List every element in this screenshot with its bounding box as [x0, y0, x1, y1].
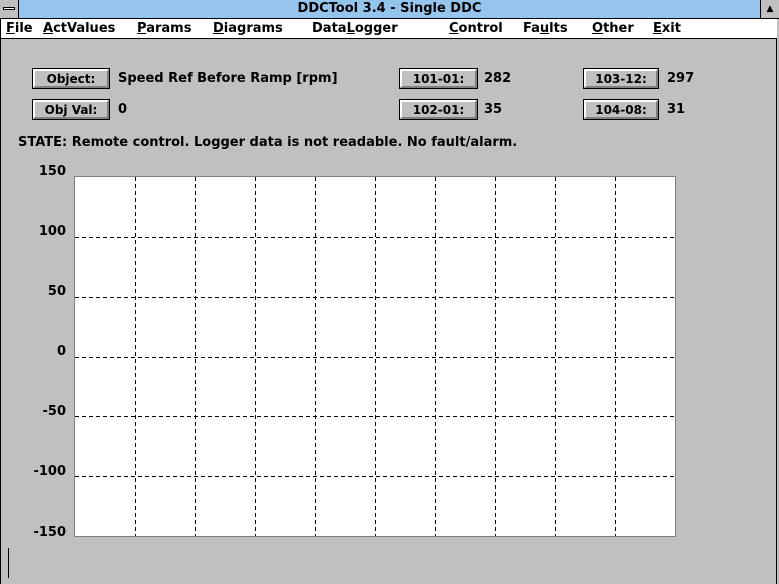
signal-102-01-value: 35 [484, 102, 503, 117]
menu-faults[interactable]: Faults [523, 19, 568, 38]
y-tick-label: -100 [33, 464, 66, 479]
chart-grid [75, 177, 675, 536]
signal-103-12-value: 297 [667, 71, 695, 86]
chart-plot-area [74, 176, 676, 537]
menu-diagrams[interactable]: Diagrams [213, 19, 283, 38]
menu-control[interactable]: Control [449, 19, 503, 38]
y-tick-label: 50 [47, 284, 66, 299]
signal-101-01-value: 282 [484, 71, 512, 86]
signal-102-01-button[interactable]: 102-01: [399, 99, 478, 120]
signal-104-08-button[interactable]: 104-08: [583, 99, 659, 120]
y-tick-label: -150 [33, 525, 66, 540]
menu-datalogger[interactable]: DataLogger [312, 19, 398, 38]
obj-val-value: 0 [118, 102, 128, 117]
menu-actvalues[interactable]: ActValues [43, 19, 115, 38]
status-line: STATE: Remote control. Logger data is no… [18, 135, 518, 150]
maximize-button[interactable]: ▲ [760, 0, 779, 18]
system-menu-icon [3, 7, 15, 10]
window-title: DDCTool 3.4 - Single DDC [297, 1, 482, 16]
object-name: Speed Ref Before Ramp [rpm] [118, 71, 338, 86]
menu-file[interactable]: File [6, 19, 33, 38]
y-tick-label: 0 [56, 344, 66, 359]
title-bar: DDCTool 3.4 - Single DDC ▲ [0, 0, 779, 19]
object-button[interactable]: Object: [32, 68, 110, 89]
signal-103-12-button[interactable]: 103-12: [583, 68, 659, 89]
y-tick-label: 150 [38, 164, 66, 179]
menu-bar: File ActValues Params Diagrams DataLogge… [1, 19, 777, 39]
system-menu-button[interactable] [0, 0, 19, 18]
signal-104-08-value: 31 [667, 102, 686, 117]
obj-val-button[interactable]: Obj Val: [32, 99, 110, 120]
y-tick-label: -50 [42, 404, 67, 419]
signal-101-01-button[interactable]: 101-01: [399, 68, 478, 89]
window-edge-marker [8, 548, 9, 578]
menu-params[interactable]: Params [137, 19, 191, 38]
menu-other[interactable]: Other [592, 19, 634, 38]
y-tick-label: 100 [38, 224, 66, 239]
menu-exit[interactable]: Exit [653, 19, 681, 38]
